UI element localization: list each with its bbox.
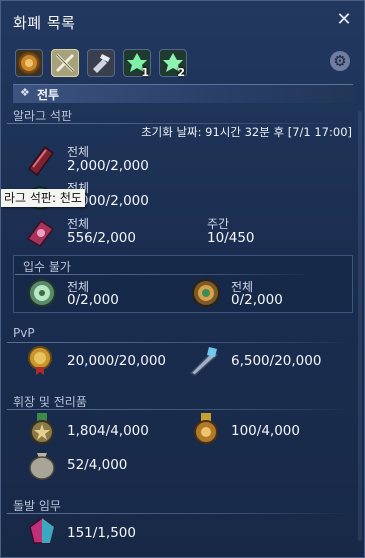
tab-tribe-2-number: 2 (177, 66, 185, 79)
sack-of-nuts-icon[interactable] (25, 447, 59, 481)
divider (15, 274, 315, 275)
section-header-hunts: 돌발 임무 (13, 499, 61, 513)
divider (7, 513, 352, 514)
category-header[interactable]: ❖ 전투 (13, 84, 353, 103)
trophy-crystal-icon[interactable] (187, 343, 221, 377)
tab-tribe-1[interactable]: 1 (123, 49, 151, 79)
tab-tribe-1-number: 1 (141, 66, 149, 79)
allied-seal-icon[interactable] (25, 413, 59, 447)
item-value: 2,000/2,000 (67, 158, 149, 174)
item-value: 1,804/4,000 (67, 423, 149, 439)
tab-tribe-2[interactable]: 2 (159, 49, 187, 79)
diamond-icon: ❖ (20, 86, 30, 99)
close-icon[interactable]: ✕ (334, 9, 354, 31)
item-value: 0/2,000 (67, 292, 119, 308)
item-value: 556/2,000 (67, 230, 136, 246)
coin-tab-icon (19, 53, 39, 73)
tomestone-green-disc-icon[interactable] (25, 276, 59, 310)
tab-general[interactable] (15, 49, 43, 77)
crafting-hammer-icon (93, 54, 110, 73)
allagan-tomestone-red-icon[interactable] (23, 143, 57, 177)
item-value: 6,500/20,000 (231, 353, 322, 369)
reset-timer: 초기화 날짜: 91시간 32분 후 [7/1 17:00] (141, 125, 352, 139)
item-value: 0/2,000 (231, 292, 283, 308)
title-bar[interactable]: 화폐 목록 ✕ (1, 1, 364, 43)
tab-crafting[interactable] (87, 49, 115, 77)
wolf-mark-icon[interactable] (23, 343, 57, 377)
section-header-unavailable: 입수 불가 (23, 260, 71, 274)
crossed-swords-icon (55, 53, 75, 73)
centurio-seal-icon[interactable] (189, 413, 223, 447)
weekly-value: 10/450 (207, 230, 255, 246)
item-value: 100/4,000 (231, 423, 300, 439)
section-header-seals: 휘장 및 전리품 (13, 395, 87, 409)
section-header-pvp: PvP (13, 326, 35, 340)
tomestone-orange-disc-icon[interactable] (189, 276, 223, 310)
scrollbar[interactable] (358, 111, 362, 541)
section-header-allagan: 알라그 석판 (13, 109, 73, 123)
item-value: 20,000/20,000 (67, 353, 167, 369)
divider (7, 409, 352, 410)
window-title: 화폐 목록 (13, 14, 76, 32)
item-value: 151/1,500 (67, 525, 136, 541)
item-value: 52/4,000 (67, 457, 128, 473)
allagan-tomestone-pink-icon[interactable] (23, 215, 57, 249)
tab-combat[interactable] (51, 49, 79, 77)
divider (7, 342, 352, 343)
gear-icon[interactable]: ⚙ (330, 51, 350, 71)
hover-tooltip: 라그 석판: 천도 (1, 189, 85, 207)
bicolor-gemstone-icon[interactable] (25, 515, 59, 549)
currency-window: 화폐 목록 ✕ 1 2 ⚙ ❖ 전투 알라그 석판 초기화 날짜: 91시간 3… (0, 0, 365, 558)
category-label: 전투 (37, 88, 60, 102)
